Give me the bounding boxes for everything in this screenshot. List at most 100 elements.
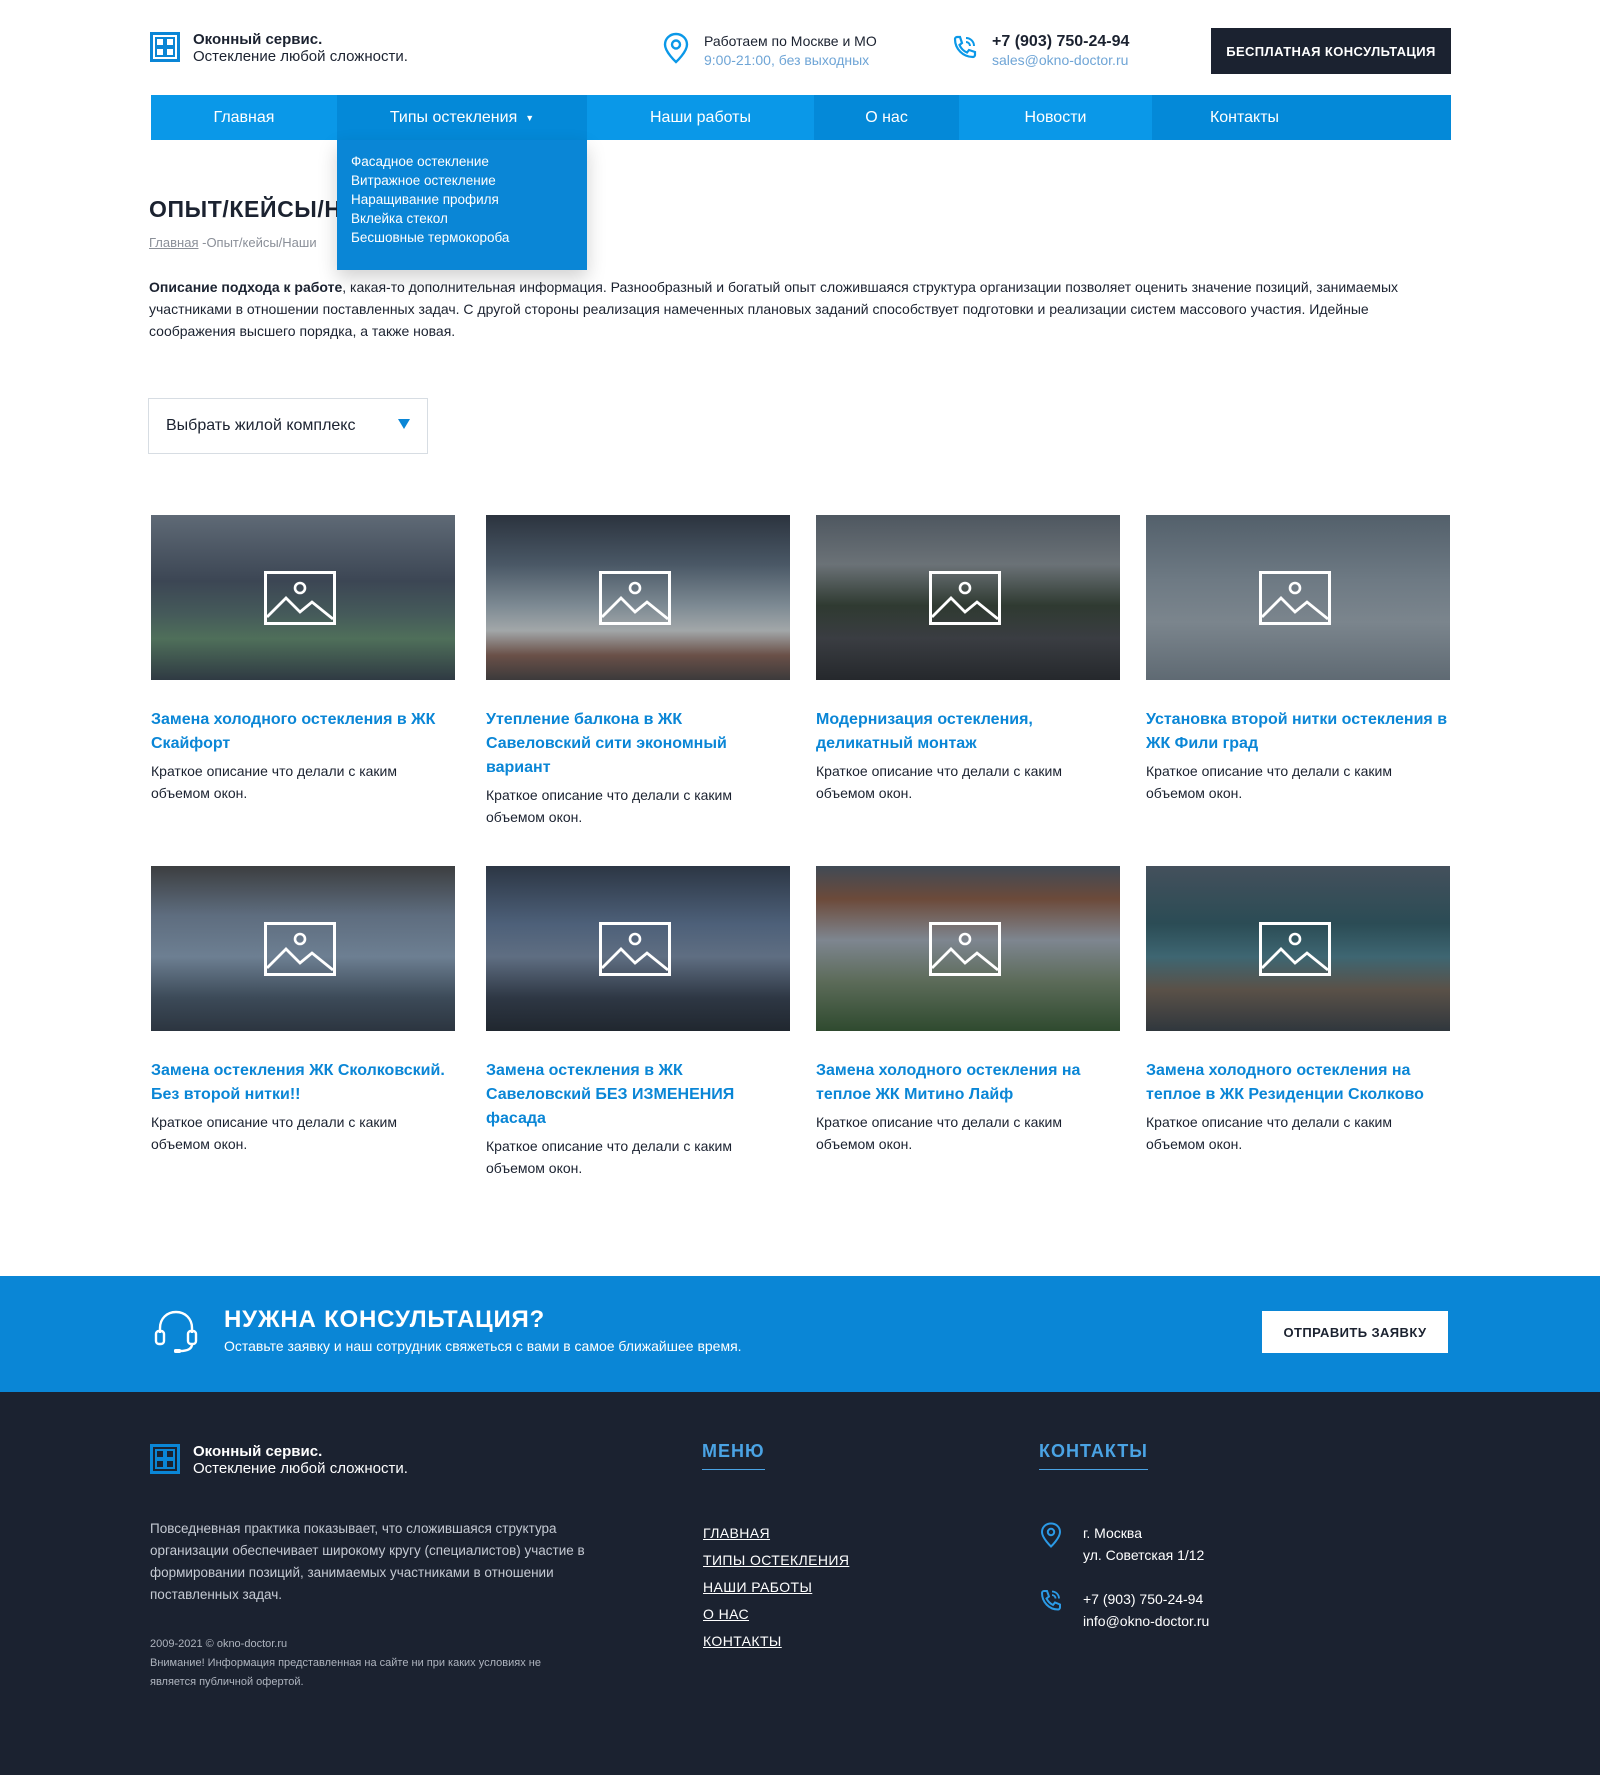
headset-icon [154,1310,198,1353]
complex-select[interactable]: Выбрать жилой комплекс [148,398,428,454]
image-placeholder-icon [599,922,671,976]
header-location: Работаем по Москве и МО 9:00-21:00, без … [662,32,877,70]
nav-item-glazing-types[interactable]: Типы остекления ▼ [337,95,587,140]
case-card[interactable]: Замена остекления в ЖК Савеловский БЕЗ И… [486,866,790,1179]
dropdown-item-thermo[interactable]: Бесшовные термокороба [351,228,587,247]
footer-address: г. Москва ул. Советская 1/12 [1039,1522,1204,1566]
select-label: Выбрать жилой комплекс [166,417,356,434]
case-card[interactable]: Модернизация остекления, деликатный монт… [816,515,1120,804]
case-description: Краткое описание что делали с каким объе… [486,787,733,825]
footer-link-home[interactable]: ГЛАВНАЯ [703,1520,849,1547]
footer-phone[interactable]: +7 (903) 750-24-94 [1083,1588,1209,1610]
case-title[interactable]: Установка второй нитки остекления в ЖК Ф… [1146,708,1450,756]
dropdown-item-facade[interactable]: Фасадное остекление [351,152,587,171]
chevron-down-icon [398,419,410,429]
footer-link-glazing-types[interactable]: ТИПЫ ОСТЕКЛЕНИЯ [703,1547,849,1574]
nav-item-contacts[interactable]: Контакты [1152,95,1451,140]
image-placeholder-icon [599,571,671,625]
nav-label: Контакты [1209,108,1280,126]
case-description: Краткое описание что делали с каким объе… [1146,763,1393,801]
cta-title: НУЖНА КОНСУЛЬТАЦИЯ? [224,1306,546,1333]
logo-tagline: Остекление любой сложности. [193,48,408,65]
footer-about: Повседневная практика показывает, что сл… [150,1521,585,1602]
address-street: ул. Советская 1/12 [1083,1547,1205,1563]
case-image[interactable] [816,866,1120,1031]
window-logo-icon [150,1444,180,1474]
intro-bold: Описание подхода к работе [149,279,343,295]
case-card[interactable]: Замена холодного остекления в ЖК Скайфор… [151,515,455,804]
footer-legal: 2009-2021 © okno-doctor.ru Внимание! Инф… [150,1635,550,1692]
case-title[interactable]: Утепление балкона в ЖК Савеловский сити … [486,708,790,780]
image-placeholder-icon [1259,922,1331,976]
nav-label: О нас [865,108,908,126]
footer-contacts-heading: КОНТАКТЫ [1039,1441,1148,1470]
send-request-button[interactable]: ОТПРАВИТЬ ЗАЯВКУ [1262,1311,1448,1353]
case-title[interactable]: Замена остекления в ЖК Савеловский БЕЗ И… [486,1059,790,1131]
footer-logo[interactable]: Оконный сервис. Остекление любой сложнос… [150,1443,408,1477]
dropdown-item-gluing[interactable]: Вклейка стекол [351,209,587,228]
footer-link-contacts[interactable]: КОНТАКТЫ [703,1628,849,1655]
logo-name: Оконный сервис. [193,31,323,48]
location-pin-icon [663,32,689,64]
case-image[interactable] [486,866,790,1031]
header-email[interactable]: sales@okno-doctor.ru [992,51,1129,70]
working-hours: 9:00-21:00, без выходных [704,52,870,68]
nav-label: Главная [213,108,275,126]
footer-link-our-works[interactable]: НАШИ РАБОТЫ [703,1574,849,1601]
glazing-types-dropdown: Фасадное остекление Витражное остекление… [337,140,587,270]
location-pin-icon [1040,1522,1062,1548]
nav-item-news[interactable]: Новости [959,95,1152,140]
disclaimer: Внимание! Информация представленная на с… [150,1657,541,1688]
location-text: Работаем по Москве и МО [704,33,877,49]
case-card[interactable]: Замена остекления ЖК Сколковский. Без вт… [151,866,455,1155]
image-placeholder-icon [264,571,336,625]
consultation-banner: НУЖНА КОНСУЛЬТАЦИЯ? Оставьте заявку и на… [0,1276,1600,1392]
free-consultation-button[interactable]: БЕСПЛАТНАЯ КОНСУЛЬТАЦИЯ [1211,28,1451,74]
case-title[interactable]: Замена остекления ЖК Сколковский. Без вт… [151,1059,455,1107]
case-image[interactable] [151,866,455,1031]
nav-item-about[interactable]: О нас [814,95,959,140]
case-image[interactable] [486,515,790,680]
case-description: Краткое описание что делали с каким объе… [816,1114,1063,1152]
copyright: 2009-2021 © okno-doctor.ru [150,1638,288,1650]
logo[interactable]: Оконный сервис. Остекление любой сложнос… [150,31,408,65]
breadcrumb-home[interactable]: Главная [149,235,198,250]
case-description: Краткое описание что делали с каким объе… [1146,1114,1393,1152]
footer-email[interactable]: info@okno-doctor.ru [1083,1610,1209,1632]
footer-link-about[interactable]: О НАС [703,1601,849,1628]
breadcrumb-current: -Опыт/кейсы/Наши [202,235,317,250]
site-header: Оконный сервис. Остекление любой сложнос… [0,0,1600,95]
footer-logo-tagline: Остекление любой сложности. [193,1460,408,1477]
image-placeholder-icon [929,571,1001,625]
phone-icon [1040,1590,1061,1611]
nav-item-home[interactable]: Главная [151,95,337,140]
footer-logo-name: Оконный сервис. [193,1443,323,1460]
case-title[interactable]: Замена холодного остекления на теплое в … [1146,1059,1450,1107]
case-card[interactable]: Утепление балкона в ЖК Савеловский сити … [486,515,790,828]
case-title[interactable]: Замена холодного остекления в ЖК Скайфор… [151,708,455,756]
cta-subtitle: Оставьте заявку и наш сотрудник свяжетьс… [224,1338,742,1354]
dropdown-item-stained[interactable]: Витражное остекление [351,171,587,190]
case-card[interactable]: Установка второй нитки остекления в ЖК Ф… [1146,515,1450,804]
nav-item-our-works[interactable]: Наши работы [587,95,814,140]
window-logo-icon [150,32,180,62]
page-title: ОПЫТ/КЕЙСЫ/Н [149,196,342,222]
footer-phone-email: +7 (903) 750-24-94 info@okno-doctor.ru [1039,1588,1209,1632]
nav-label: Типы остекления [389,108,518,126]
case-image[interactable] [1146,866,1450,1031]
case-image[interactable] [1146,515,1450,680]
case-card[interactable]: Замена холодного остекления на теплое ЖК… [816,866,1120,1155]
case-title[interactable]: Модернизация остекления, деликатный монт… [816,708,1120,756]
breadcrumb: Главная -Опыт/кейсы/Наши [149,235,317,250]
case-image[interactable] [151,515,455,680]
case-title[interactable]: Замена холодного остекления на теплое ЖК… [816,1059,1120,1107]
header-contacts: +7 (903) 750-24-94 sales@okno-doctor.ru [950,32,1129,70]
header-phone[interactable]: +7 (903) 750-24-94 [992,32,1129,51]
case-description: Краткое описание что делали с каким объе… [151,1114,398,1152]
case-image[interactable] [816,515,1120,680]
dropdown-caret-icon: ▼ [525,112,535,123]
dropdown-item-profile[interactable]: Наращивание профиля [351,190,587,209]
image-placeholder-icon [1259,571,1331,625]
phone-icon [953,35,977,59]
case-card[interactable]: Замена холодного остекления на теплое в … [1146,866,1450,1155]
